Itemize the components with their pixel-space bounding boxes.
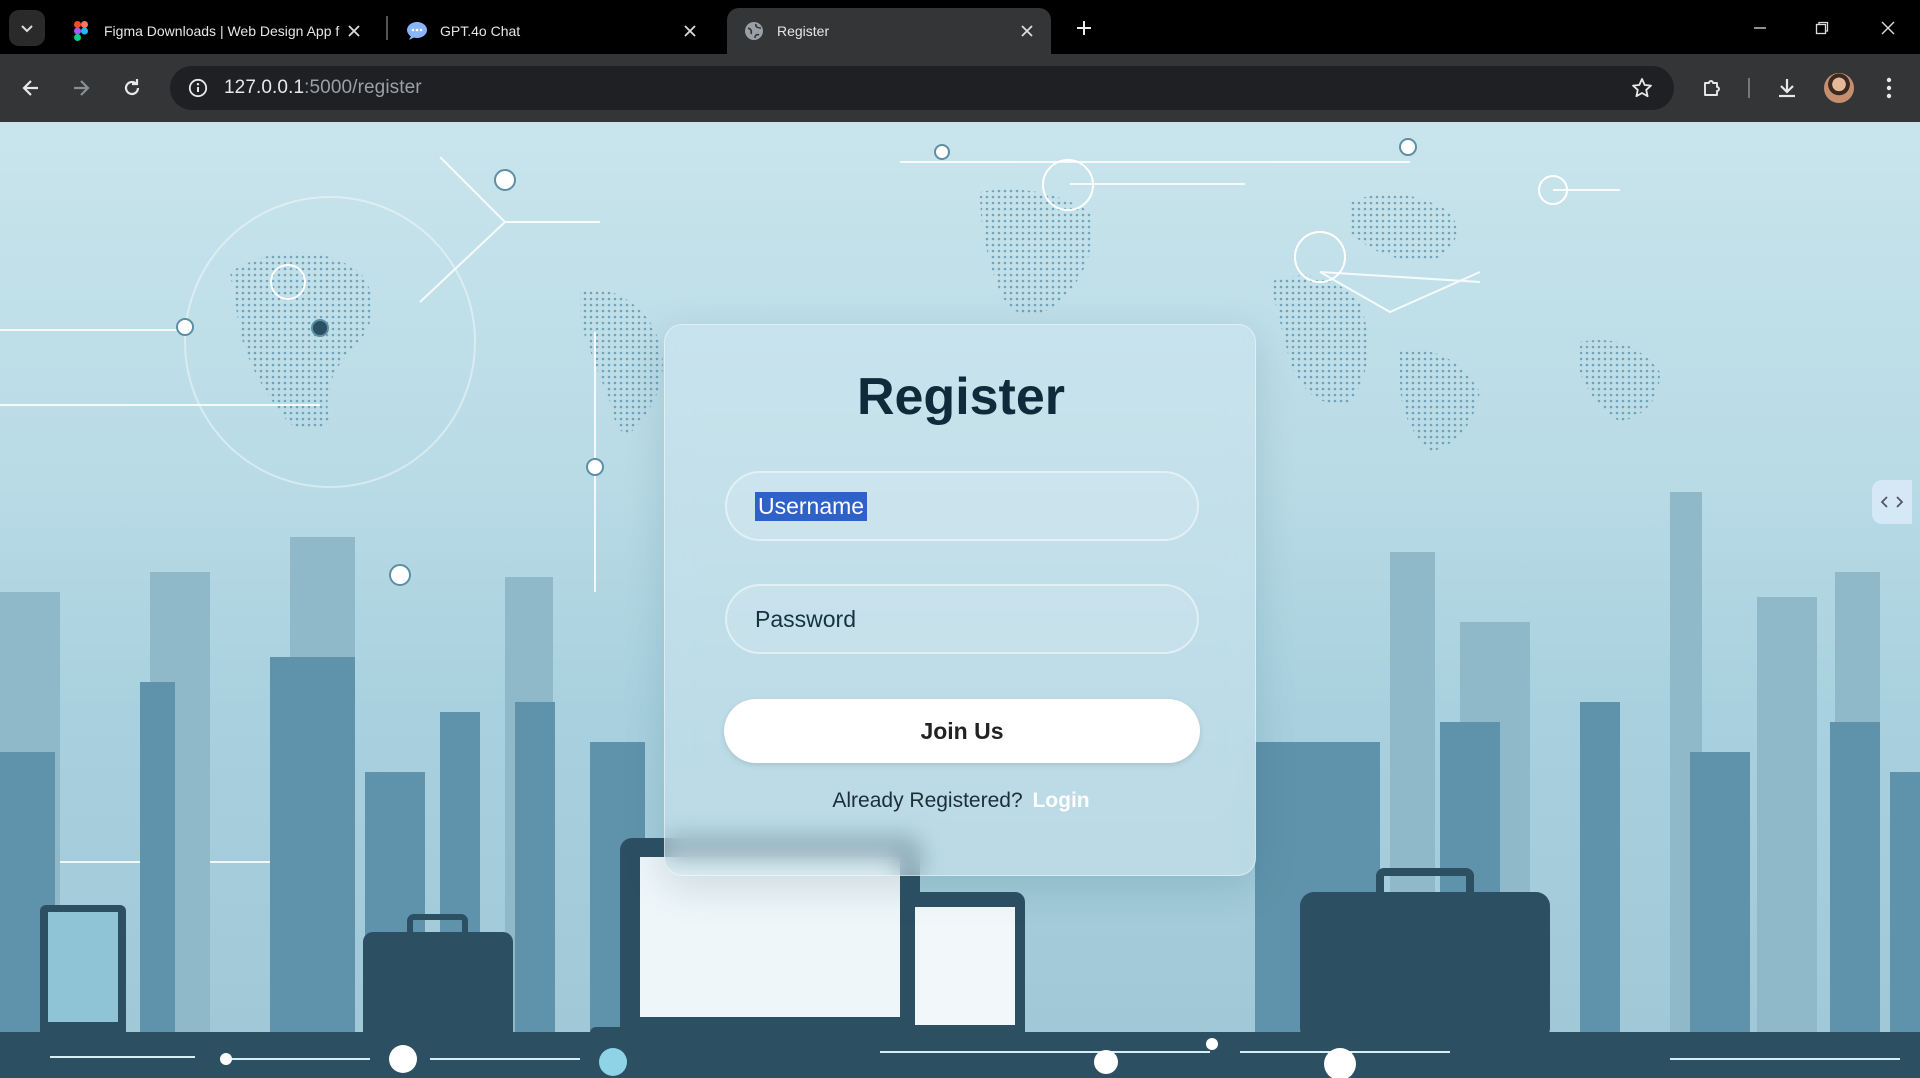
restore-icon bbox=[1815, 21, 1829, 35]
tab-title: Register bbox=[777, 23, 830, 39]
arrow-right-icon bbox=[74, 80, 90, 96]
toolbar-divider bbox=[1748, 78, 1750, 98]
more-vertical-icon bbox=[1886, 77, 1892, 99]
tab-strip: Figma Downloads | Web Design App for D G… bbox=[0, 0, 1920, 54]
back-button[interactable] bbox=[13, 70, 49, 106]
login-prompt: Already Registered? Login bbox=[665, 789, 1257, 813]
tab-title: GPT.4o Chat bbox=[440, 23, 521, 39]
join-us-button[interactable]: Join Us bbox=[724, 699, 1200, 763]
password-placeholder: Password bbox=[755, 605, 856, 632]
close-tab-icon[interactable] bbox=[1017, 21, 1037, 41]
tab-figma[interactable]: Figma Downloads | Web Design App for D bbox=[54, 8, 378, 54]
url-path: :5000/register bbox=[304, 77, 422, 98]
address-bar[interactable]: 127.0.0.1:5000/register bbox=[170, 66, 1674, 110]
plus-icon bbox=[1077, 21, 1091, 35]
briefcase-right-graphic bbox=[1300, 868, 1550, 1042]
close-tab-icon[interactable] bbox=[344, 21, 364, 41]
puzzle-icon bbox=[1704, 80, 1720, 96]
url-host: 127.0.0.1 bbox=[224, 77, 305, 98]
username-input[interactable]: Username bbox=[725, 471, 1199, 541]
browser-menu-button[interactable] bbox=[1871, 70, 1907, 106]
close-window-button[interactable] bbox=[1868, 14, 1908, 42]
profile-avatar[interactable] bbox=[1824, 73, 1854, 103]
tab-gpt-chat[interactable]: GPT.4o Chat bbox=[390, 8, 714, 54]
already-registered-text: Already Registered? bbox=[832, 789, 1023, 812]
restore-button[interactable] bbox=[1802, 14, 1842, 42]
tablet-left-graphic bbox=[40, 905, 126, 1045]
minimize-button[interactable] bbox=[1740, 14, 1780, 42]
forward-button[interactable] bbox=[63, 70, 99, 106]
chat-bubble-icon bbox=[406, 20, 428, 42]
tab-search-button[interactable] bbox=[9, 10, 45, 46]
login-link[interactable]: Login bbox=[1032, 789, 1089, 812]
arrow-left-icon bbox=[22, 80, 38, 96]
url-text: 127.0.0.1:5000/register bbox=[224, 77, 422, 99]
new-tab-button[interactable] bbox=[1070, 14, 1098, 42]
downloads-button[interactable] bbox=[1769, 70, 1805, 106]
site-info-icon[interactable] bbox=[176, 66, 220, 110]
chevron-down-icon bbox=[21, 25, 33, 33]
close-tab-icon[interactable] bbox=[680, 21, 700, 41]
globe-icon bbox=[743, 20, 765, 42]
username-value: Username bbox=[755, 491, 868, 521]
register-card: Register Username Password Join Us Alrea… bbox=[664, 324, 1256, 876]
minimize-icon bbox=[1754, 27, 1766, 29]
password-input[interactable]: Password bbox=[725, 584, 1199, 654]
tab-register[interactable]: Register bbox=[727, 8, 1051, 54]
briefcase-left-graphic bbox=[363, 914, 513, 1048]
download-icon bbox=[1779, 79, 1795, 98]
close-icon bbox=[1881, 21, 1895, 35]
tab-title: Figma Downloads | Web Design App for D bbox=[104, 23, 340, 39]
reload-icon bbox=[124, 79, 140, 96]
extensions-button[interactable] bbox=[1695, 70, 1731, 106]
bookmark-star-icon[interactable] bbox=[1628, 74, 1656, 102]
tablet-graphic bbox=[905, 892, 1025, 1042]
code-icon bbox=[1881, 496, 1903, 508]
tab-divider bbox=[386, 16, 388, 40]
browser-toolbar: 127.0.0.1:5000/register bbox=[0, 54, 1920, 122]
page-title: Register bbox=[856, 368, 1066, 426]
figma-icon bbox=[70, 20, 92, 42]
reload-button[interactable] bbox=[114, 70, 150, 106]
circuit-strip bbox=[0, 1032, 1920, 1078]
extension-side-button[interactable] bbox=[1872, 480, 1912, 524]
page-viewport: Register Username Password Join Us Alrea… bbox=[0, 122, 1920, 1078]
